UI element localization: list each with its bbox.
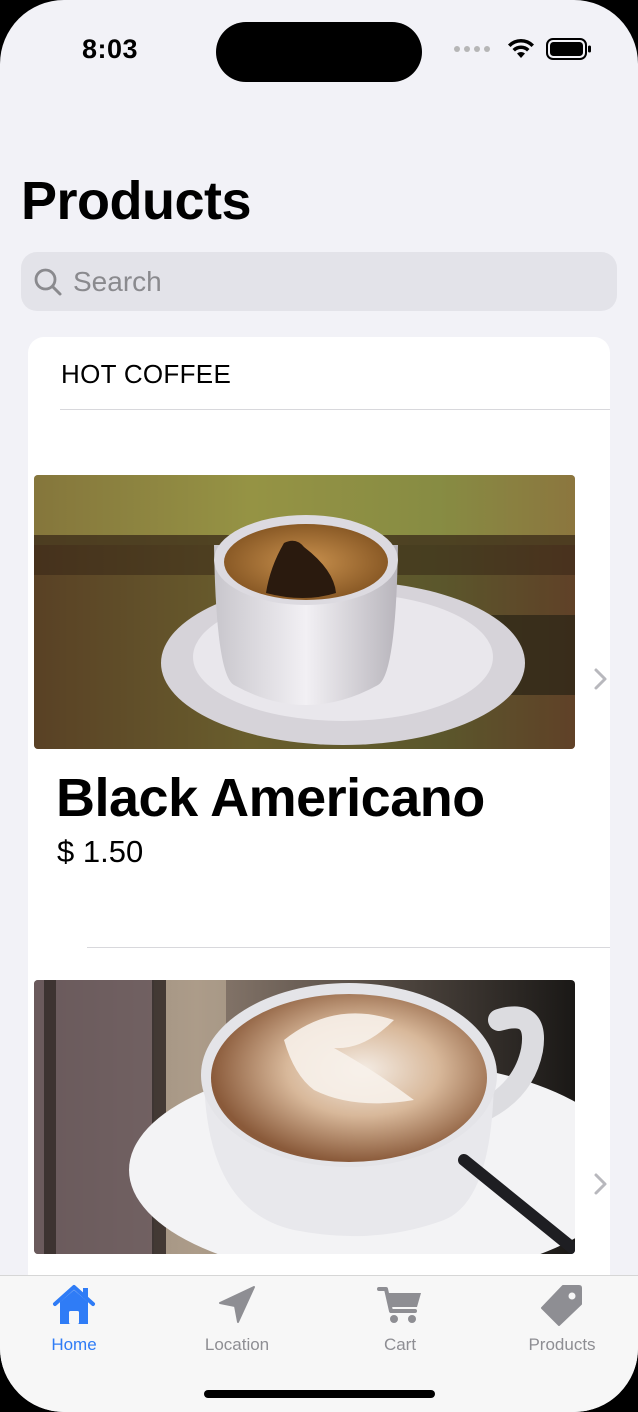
product-image [34, 980, 575, 1254]
tab-cart[interactable]: Cart [335, 1284, 465, 1355]
search-input[interactable] [71, 264, 575, 299]
battery-icon [546, 38, 591, 60]
section-divider [60, 409, 610, 410]
dynamic-island [216, 22, 422, 82]
screen: 8:03 Products Search HOT COFFEE Black Am… [0, 0, 638, 1412]
signal-dots-icon [454, 46, 490, 52]
tab-location-label: Location [204, 1335, 270, 1354]
section-header: HOT COFFEE [61, 359, 232, 389]
product-name: Black Americano [56, 768, 485, 828]
product-price: $ 1.50 [57, 834, 144, 869]
cart-icon [377, 1287, 421, 1323]
search-bar[interactable] [21, 252, 617, 311]
chevron-right-icon [594, 1173, 607, 1195]
search-icon [34, 268, 62, 295]
device-frame: 8:03 Products Search HOT COFFEE Black Am… [0, 0, 638, 1412]
tag-icon [541, 1285, 582, 1326]
tab-cart-label: Cart [383, 1335, 417, 1354]
tab-products[interactable]: Products [497, 1284, 627, 1355]
tab-products-label: Products [528, 1335, 596, 1354]
status-time: 8:03 [82, 34, 139, 64]
product-list-card: HOT COFFEE Black Americano $ 1.50 [28, 337, 610, 1297]
status-icons [454, 38, 592, 60]
tab-location[interactable]: Location [172, 1284, 302, 1355]
product-image [34, 475, 575, 749]
location-arrow-icon [219, 1286, 255, 1323]
house-icon [53, 1285, 95, 1324]
home-indicator [204, 1390, 435, 1398]
tab-home[interactable]: Home [9, 1284, 139, 1355]
tab-home-label: Home [51, 1335, 97, 1354]
page-title: Products [21, 171, 252, 231]
wifi-icon [508, 38, 534, 58]
chevron-right-icon [594, 668, 607, 690]
row-divider [87, 947, 610, 948]
